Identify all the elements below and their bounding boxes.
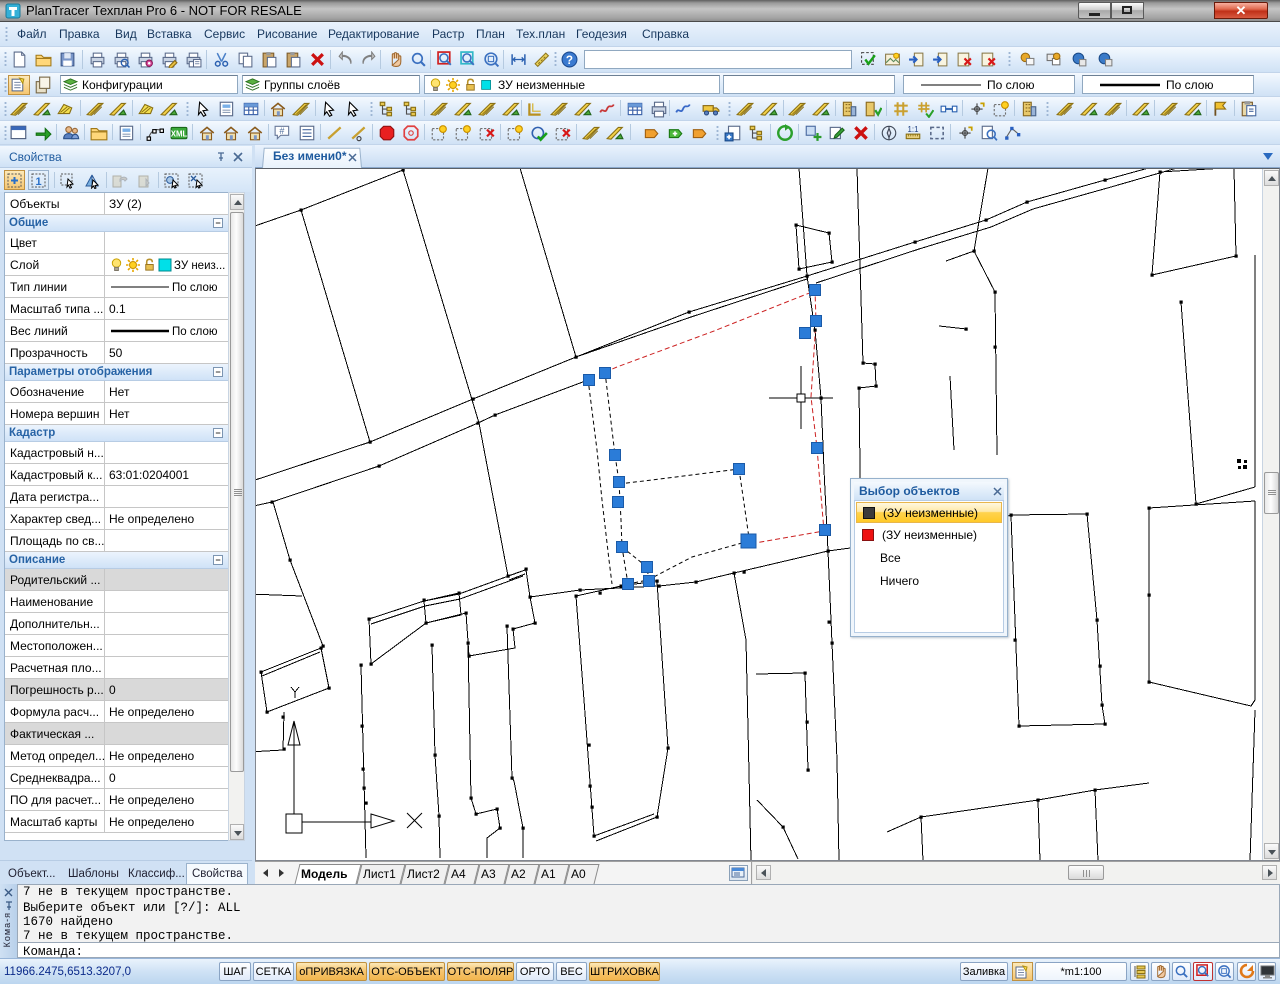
svg-text:По слою: По слою <box>1166 78 1213 92</box>
svg-text:ЗУ неиз...: ЗУ неиз... <box>174 260 225 272</box>
svg-text:По слою: По слою <box>172 282 218 294</box>
svg-text:1: 1 <box>35 176 41 188</box>
svg-text:По слою: По слою <box>987 78 1034 92</box>
svg-text:По слою: По слою <box>172 326 218 338</box>
